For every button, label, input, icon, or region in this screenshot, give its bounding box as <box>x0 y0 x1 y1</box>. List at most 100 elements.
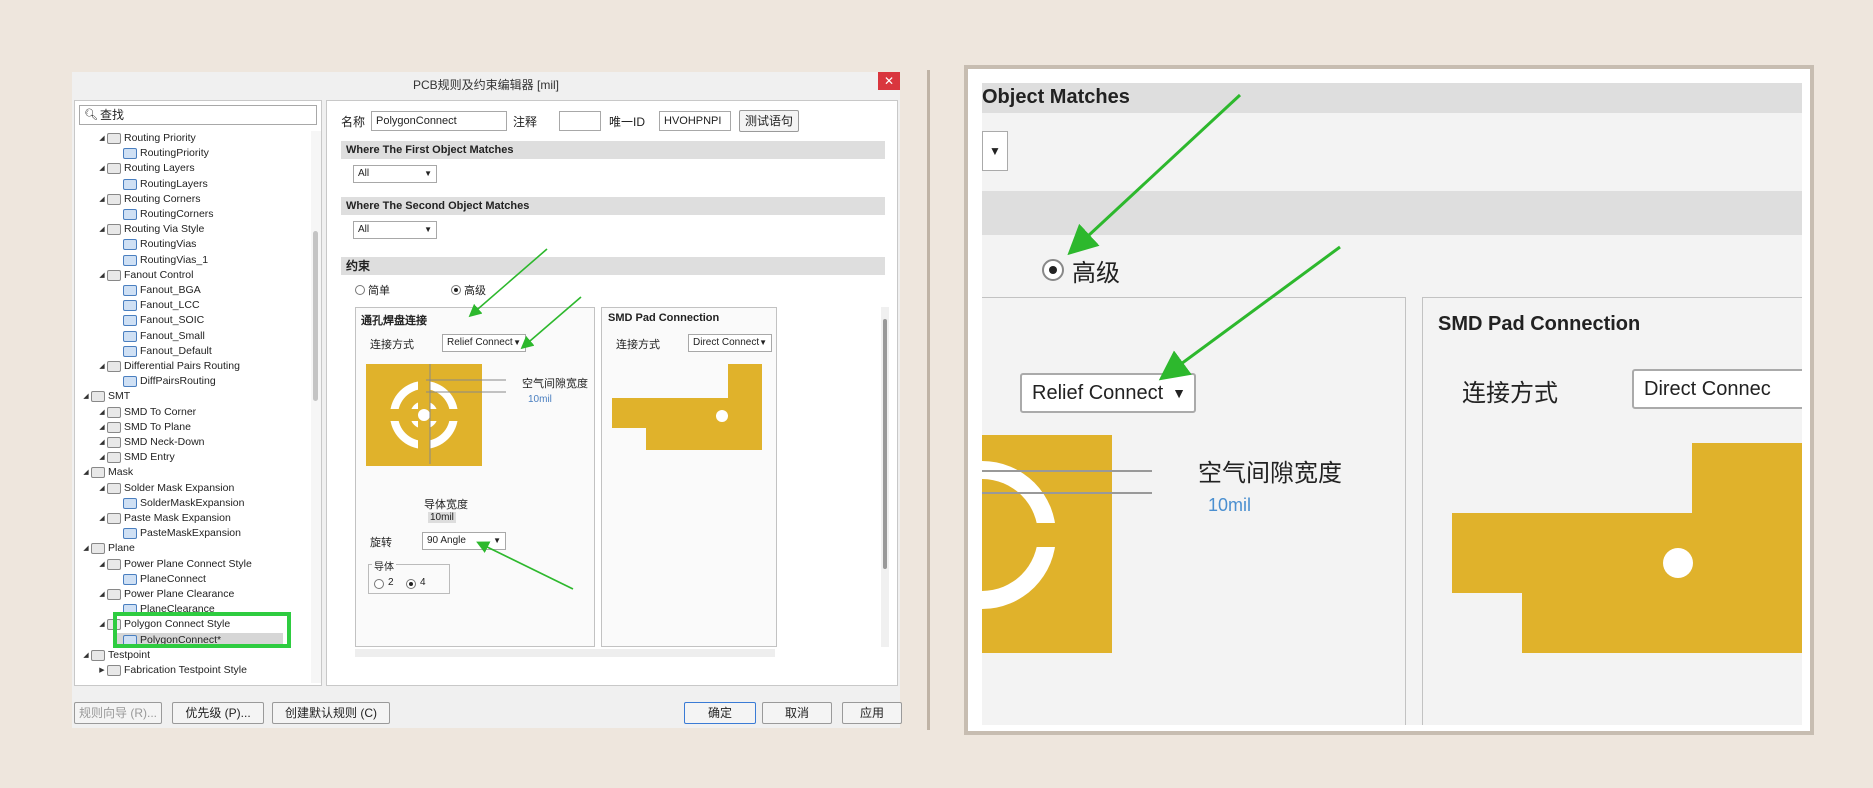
chevron-down-icon: ▼ <box>493 536 501 545</box>
collapse-icon[interactable]: ◢ <box>97 222 107 237</box>
tree-item[interactable]: ◢ Paste Mask Expansion <box>97 511 231 526</box>
collapse-icon[interactable]: ◢ <box>97 420 107 435</box>
rule-icon <box>123 148 137 160</box>
thru-title: 通孔焊盘连接 <box>361 315 427 327</box>
zoom-thru-connect-select[interactable]: Relief Connect ▼ <box>1020 373 1196 413</box>
smd-connect-select[interactable]: Direct Connect ▼ <box>688 334 772 352</box>
tree-item[interactable]: ◢ SMD Entry <box>97 450 175 465</box>
priority-button[interactable]: 优先级 (P)... <box>172 702 264 724</box>
tree-item[interactable]: ▶ Fabrication Testpoint Style <box>97 663 247 678</box>
tree-item[interactable]: ◢ Routing Layers <box>97 161 195 176</box>
collapse-icon[interactable]: ◢ <box>97 268 107 283</box>
vertical-scrollbar[interactable] <box>881 307 889 647</box>
tree-item[interactable]: RoutingCorners <box>113 207 214 222</box>
tree-item[interactable]: PlaneClearance <box>113 602 215 617</box>
tree-item[interactable]: ◢ Power Plane Connect Style <box>97 557 252 572</box>
collapse-icon[interactable]: ◢ <box>97 617 107 632</box>
tree-item[interactable]: ◢ Polygon Connect Style <box>97 617 230 632</box>
zoom-air-gap-value[interactable]: 10mil <box>1208 495 1251 516</box>
tree-item[interactable]: ◢ Solder Mask Expansion <box>97 481 234 496</box>
tree-item[interactable]: Fanout_Small <box>113 329 205 344</box>
close-button[interactable]: ✕ <box>878 72 900 90</box>
tree-item[interactable]: ◢ SMD Neck-Down <box>97 435 205 450</box>
zoom-header: Object Matches <box>982 83 1802 113</box>
tree-item[interactable]: Fanout_BGA <box>113 283 201 298</box>
tree-item[interactable]: PasteMaskExpansion <box>113 526 241 541</box>
tree-item[interactable]: RoutingLayers <box>113 177 208 192</box>
collapse-icon[interactable]: ◢ <box>97 161 107 176</box>
horizontal-scrollbar[interactable] <box>355 649 775 657</box>
tree-item[interactable]: Fanout_LCC <box>113 298 200 313</box>
create-default-rules-button[interactable]: 创建默认规则 (C) <box>272 702 390 724</box>
tree-item-label: RoutingLayers <box>140 177 208 190</box>
collapse-icon[interactable]: ◢ <box>97 131 107 146</box>
tree-item[interactable]: Fanout_Default <box>113 344 212 359</box>
air-gap-value[interactable]: 10mil <box>528 394 552 405</box>
rotation-select[interactable]: 90 Angle ▼ <box>422 532 506 550</box>
first-match-select[interactable]: All ▼ <box>353 165 437 183</box>
zoom-radio-advanced-label: 高级 <box>1072 260 1120 287</box>
conductor-width-value[interactable]: 10mil <box>428 512 456 523</box>
tree-item[interactable]: DiffPairsRouting <box>113 374 216 389</box>
zoom-radio-advanced[interactable] <box>1042 259 1064 281</box>
tree-item[interactable]: ◢ Routing Priority <box>97 131 196 146</box>
second-match-select[interactable]: All ▼ <box>353 221 437 239</box>
collapse-icon[interactable]: ◢ <box>97 587 107 602</box>
thru-connect-select[interactable]: Relief Connect ▼ <box>442 334 526 352</box>
tree-scrollbar[interactable] <box>311 131 321 683</box>
tree-item-label: Paste Mask Expansion <box>124 512 231 524</box>
radio-conductors-2[interactable] <box>374 579 384 589</box>
tree-item[interactable]: ◢ Routing Via Style <box>97 222 204 237</box>
tree-item[interactable]: ◢ Routing Corners <box>97 192 200 207</box>
tree-item[interactable]: ◢ Plane <box>81 541 135 556</box>
collapse-icon[interactable]: ◢ <box>81 541 91 556</box>
collapse-icon[interactable]: ◢ <box>97 481 107 496</box>
tree-item[interactable]: ◢ Mask <box>81 465 133 480</box>
tree-item[interactable]: ◢ SMT <box>81 389 130 404</box>
collapse-icon[interactable]: ◢ <box>97 359 107 374</box>
tree-item[interactable]: ◢ Testpoint <box>81 648 150 663</box>
tree-item[interactable]: RoutingVias_1 <box>113 253 208 268</box>
wizard-button[interactable]: 规则向导 (R)... <box>74 702 162 724</box>
smd-connection-box: SMD Pad Connection 连接方式 Direct Connect ▼ <box>601 307 777 647</box>
tree-item[interactable]: RoutingVias <box>113 237 196 252</box>
comment-field[interactable] <box>559 111 601 131</box>
collapse-icon[interactable]: ◢ <box>97 557 107 572</box>
rule-editor-dialog: PCB规则及约束编辑器 [mil] ✕ 🔍︎ 查找 ◢ Routing Prior… <box>72 72 902 728</box>
tree-item[interactable]: RoutingPriority <box>113 146 209 161</box>
radio-simple[interactable] <box>355 285 365 295</box>
test-query-button[interactable]: 测试语句 <box>739 110 799 132</box>
collapse-icon[interactable]: ◢ <box>81 389 91 404</box>
tree-item[interactable]: ◢ Differential Pairs Routing <box>97 359 240 374</box>
collapse-icon[interactable]: ◢ <box>81 465 91 480</box>
apply-button[interactable]: 应用 <box>842 702 902 724</box>
search-input[interactable]: 🔍︎ 查找 <box>79 105 317 125</box>
collapse-icon[interactable]: ◢ <box>97 450 107 465</box>
tree-item[interactable]: Fanout_SOIC <box>113 313 204 328</box>
collapse-icon[interactable]: ◢ <box>97 511 107 526</box>
tree-item[interactable]: ◢ Fanout Control <box>97 268 193 283</box>
radio-advanced[interactable] <box>451 285 461 295</box>
name-label: 名称 <box>341 115 366 129</box>
tree-item[interactable]: SolderMaskExpansion <box>113 496 244 511</box>
tree-item[interactable]: ◢ SMD To Plane <box>97 420 191 435</box>
tree-item[interactable]: PolygonConnect* <box>113 632 283 648</box>
zoom-select-arrow[interactable]: ▼ <box>982 131 1008 171</box>
tree-item[interactable]: ◢ Power Plane Clearance <box>97 587 234 602</box>
tree-item[interactable]: ◢ SMD To Corner <box>97 405 196 420</box>
radio-conductors-4[interactable] <box>406 579 416 589</box>
tree-item-label: Solder Mask Expansion <box>124 481 235 494</box>
zoom-smd-connect-select[interactable]: Direct Connec <box>1632 369 1802 409</box>
collapse-icon[interactable]: ◢ <box>81 648 91 663</box>
id-field[interactable]: HVOHPNPI <box>659 111 731 131</box>
cancel-button[interactable]: 取消 <box>762 702 832 724</box>
expand-icon[interactable]: ▶ <box>97 663 107 678</box>
scroll-thumb[interactable] <box>313 231 318 401</box>
collapse-icon[interactable]: ◢ <box>97 435 107 450</box>
ok-button[interactable]: 确定 <box>684 702 756 724</box>
collapse-icon[interactable]: ◢ <box>97 405 107 420</box>
tree-item[interactable]: PlaneConnect <box>113 572 206 587</box>
tree-item-label: Differential Pairs Routing <box>124 360 240 372</box>
collapse-icon[interactable]: ◢ <box>97 192 107 207</box>
name-field[interactable]: PolygonConnect <box>371 111 507 131</box>
